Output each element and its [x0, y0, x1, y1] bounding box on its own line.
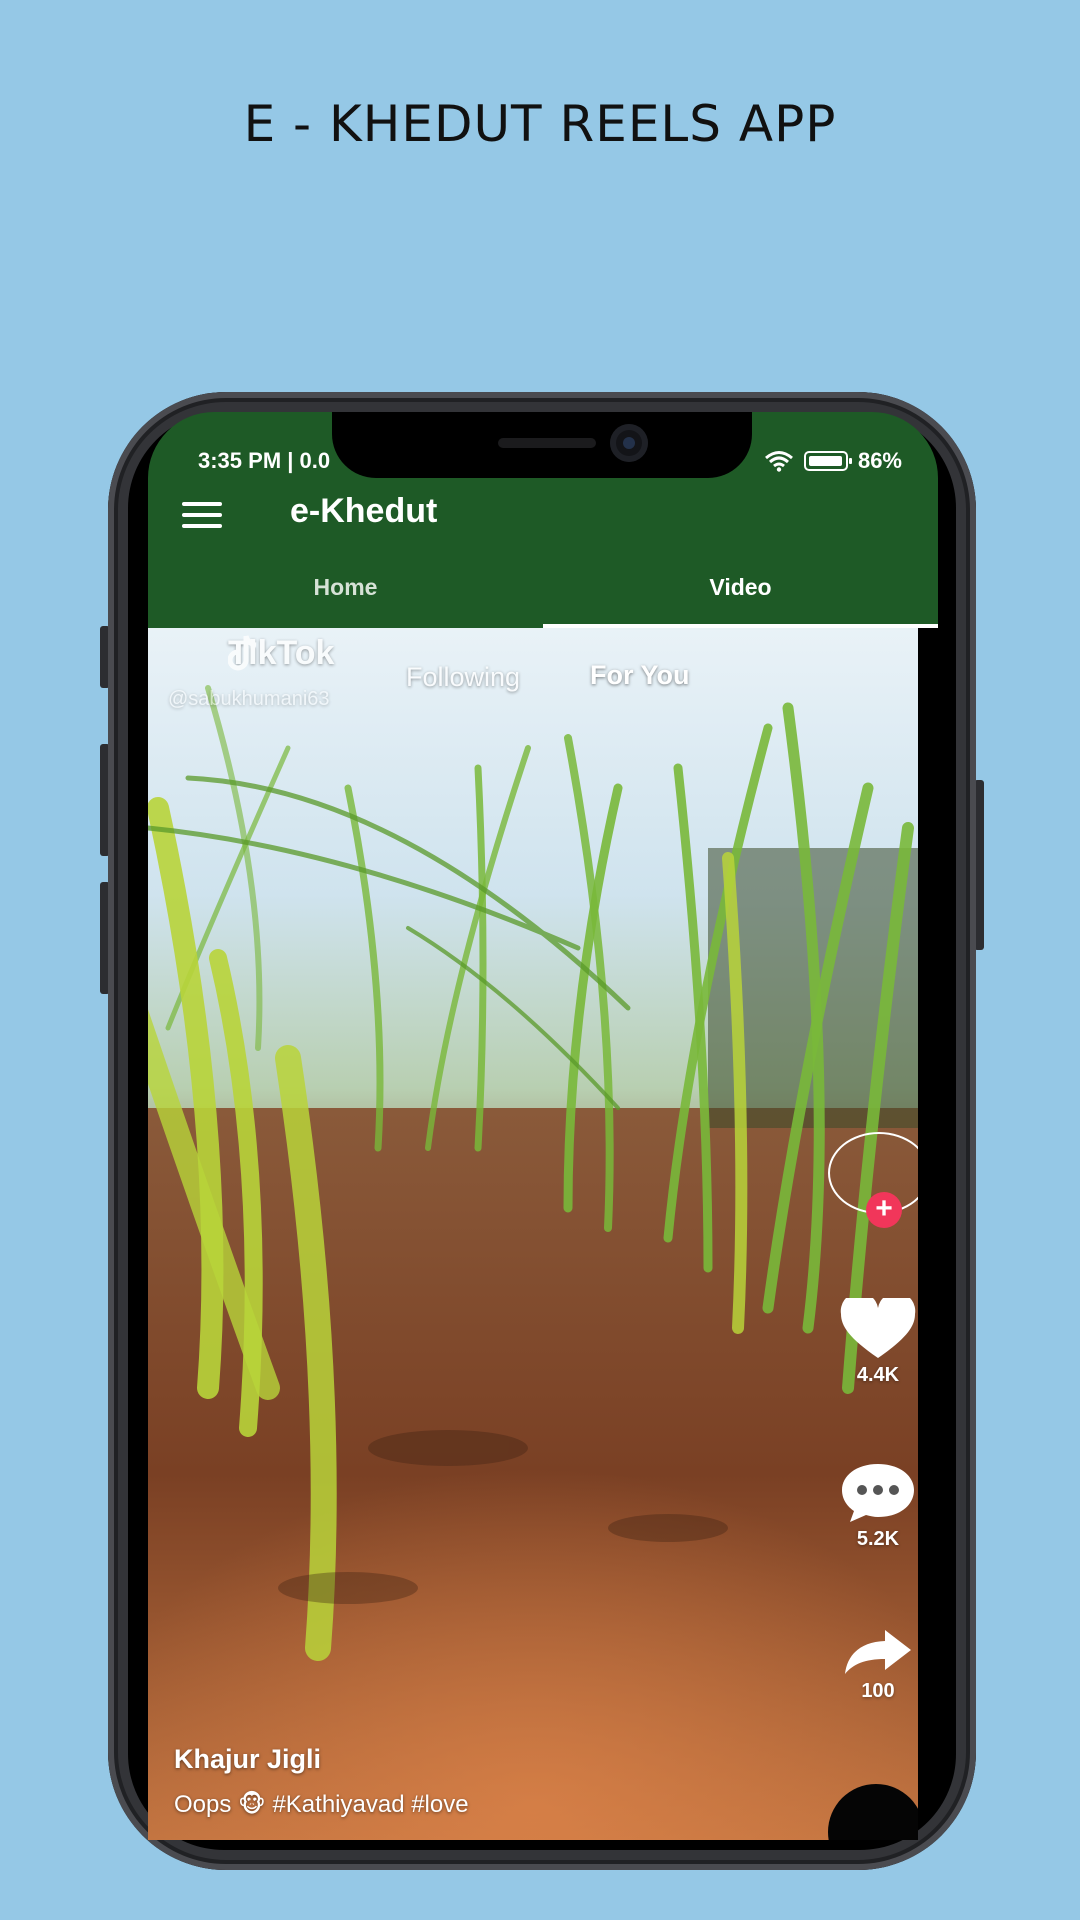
- tiktok-watermark: TikTok: [228, 634, 335, 672]
- battery-level: 86%: [857, 448, 902, 473]
- wifi-icon: [764, 451, 793, 472]
- status-icons: 86%: [764, 448, 902, 474]
- video-frame-rice-seedlings: [148, 685, 918, 1840]
- share-arrow-icon: [845, 1630, 911, 1674]
- app-bar: e-Khedut Home Video: [148, 478, 938, 628]
- status-time: 3:35 PM | 0.0: [198, 448, 331, 473]
- front-camera: [610, 424, 648, 462]
- earpiece-speaker: [498, 438, 596, 448]
- tab-bar: Home Video: [148, 566, 938, 628]
- battery-icon: [803, 451, 852, 471]
- tab-video[interactable]: Video: [543, 566, 938, 628]
- share-count: 100: [861, 1680, 895, 1702]
- feed-tab-for-you[interactable]: For You: [590, 660, 690, 691]
- comment-bubble-icon: [842, 1464, 914, 1522]
- video-player[interactable]: TikTok @sabukhumani63 Following For You …: [148, 628, 918, 1840]
- share-button[interactable]: 100: [828, 1628, 918, 1703]
- video-caption: Oops 🐵 #Kathiyavad #love: [174, 1791, 469, 1818]
- hamburger-menu-icon[interactable]: [182, 502, 222, 530]
- feed-tab-following[interactable]: Following: [406, 662, 520, 693]
- comment-button[interactable]: 5.2K: [828, 1462, 918, 1551]
- video-author[interactable]: Khajur Jigli: [174, 1744, 321, 1775]
- follow-plus-icon[interactable]: +: [866, 1192, 902, 1228]
- like-count: 4.4K: [856, 1364, 900, 1386]
- comment-count: 5.2K: [856, 1528, 900, 1550]
- heart-icon: [840, 1298, 916, 1358]
- tiktok-watermark-user: @sabukhumani63: [168, 688, 330, 710]
- tiktok-note-icon: [228, 635, 257, 671]
- tab-home[interactable]: Home: [148, 566, 543, 628]
- like-button[interactable]: 4.4K: [828, 1298, 918, 1387]
- page-headline: E - KHEDUT REELS APP: [243, 95, 837, 153]
- app-title: e-Khedut: [290, 492, 438, 530]
